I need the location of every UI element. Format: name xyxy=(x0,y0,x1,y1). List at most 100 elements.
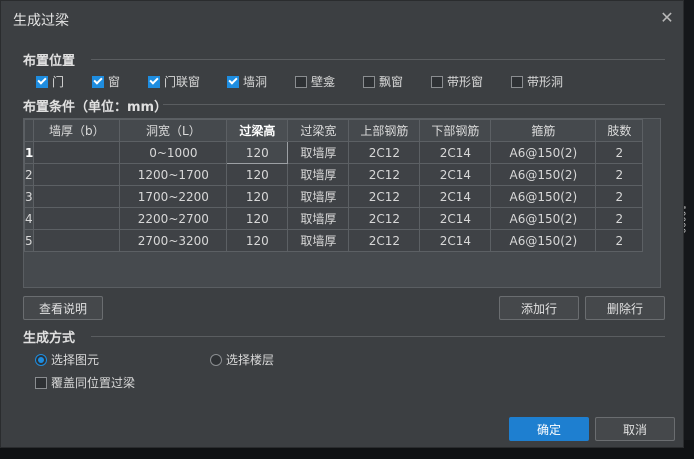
checkbox-door[interactable]: 门 xyxy=(36,73,64,90)
table-cell[interactable]: 2200~2700 xyxy=(119,207,228,230)
checkbox-strip-window[interactable]: 带形窗 xyxy=(431,73,483,90)
view-help-button[interactable]: 查看说明 xyxy=(23,296,103,320)
table-cell[interactable] xyxy=(33,229,121,252)
table-cell[interactable]: 2C12 xyxy=(348,207,421,230)
checkbox-window[interactable]: 窗 xyxy=(92,73,120,90)
checkbox-box xyxy=(295,75,307,88)
radio-label: 选择楼层 xyxy=(226,353,275,367)
table-cell-selected[interactable]: 120 xyxy=(226,141,289,164)
table-cell[interactable] xyxy=(33,185,121,208)
column-header[interactable]: 过梁高 xyxy=(226,119,289,142)
table-cell[interactable]: 取墙厚 xyxy=(287,163,350,186)
checkbox-overwrite-lintel[interactable]: 覆盖同位置过梁 xyxy=(35,374,135,391)
generation-section-title: 生成方式 xyxy=(23,331,76,346)
table-cell[interactable]: 1200~1700 xyxy=(119,163,228,186)
dialog-title: 生成过梁 xyxy=(13,13,69,29)
row-number[interactable]: 1 xyxy=(24,141,35,164)
table-cell[interactable] xyxy=(33,141,121,164)
column-header[interactable]: 洞宽（L） xyxy=(119,119,228,142)
checkbox-label: 覆盖同位置过梁 xyxy=(51,376,136,390)
table-cell[interactable]: 1700~2200 xyxy=(119,185,228,208)
table-cell[interactable]: 2 xyxy=(595,207,644,230)
column-header[interactable]: 过梁宽 xyxy=(287,119,350,142)
table-cell[interactable]: 2C14 xyxy=(419,141,492,164)
radio-select-floors[interactable]: 选择楼层 xyxy=(210,351,274,368)
table-cell[interactable]: 2 xyxy=(595,163,644,186)
table-cell[interactable]: 2C12 xyxy=(348,229,421,252)
title-bar: 生成过梁 ✕ xyxy=(1,1,685,35)
table-cell[interactable]: 取墙厚 xyxy=(287,141,350,164)
column-header[interactable]: 下部钢筋 xyxy=(419,119,492,142)
conditions-table: 墙厚（b） 洞宽（L） 过梁高 过梁宽 上部钢筋 下部钢筋 箍筋 肢数 1 0~… xyxy=(24,119,644,252)
checkbox-door-window[interactable]: 门联窗 xyxy=(148,73,200,90)
delete-row-button[interactable]: 删除行 xyxy=(585,296,665,320)
checkbox-box xyxy=(363,75,375,88)
table-cell[interactable]: 120 xyxy=(226,229,289,252)
checkbox-box xyxy=(35,376,47,389)
column-header[interactable]: 箍筋 xyxy=(490,119,597,142)
checkbox-label: 带形窗 xyxy=(447,75,484,89)
checkbox-bay-window[interactable]: 飘窗 xyxy=(363,73,403,90)
checkbox-label: 墙洞 xyxy=(243,75,268,89)
radio-select-elements[interactable]: 选择图元 xyxy=(35,351,99,368)
table-cell[interactable]: 2 xyxy=(595,185,644,208)
table-cell[interactable]: 取墙厚 xyxy=(287,229,350,252)
checkbox-strip-opening[interactable]: 带形洞 xyxy=(511,73,563,90)
checkbox-wall-opening[interactable]: 墙洞 xyxy=(227,73,267,90)
table-cell[interactable]: 120 xyxy=(226,207,289,230)
table-cell[interactable]: 2700~3200 xyxy=(119,229,228,252)
table-cell[interactable]: 取墙厚 xyxy=(287,185,350,208)
table-cell[interactable]: A6@150(2) xyxy=(490,185,597,208)
table-cell[interactable]: A6@150(2) xyxy=(490,163,597,186)
column-header[interactable]: 墙厚（b） xyxy=(33,119,121,142)
table-row: 4 2200~2700 120 取墙厚 2C12 2C14 A6@150(2) … xyxy=(24,207,644,230)
table-header-row: 墙厚（b） 洞宽（L） 过梁高 过梁宽 上部钢筋 下部钢筋 箍筋 肢数 xyxy=(24,119,644,142)
checkbox-label: 窗 xyxy=(108,75,121,89)
table-cell[interactable]: 2C12 xyxy=(348,141,421,164)
close-icon[interactable]: ✕ xyxy=(657,8,677,28)
checkbox-box xyxy=(36,75,48,88)
checkbox-box xyxy=(431,75,443,88)
checkbox-label: 飘窗 xyxy=(379,75,404,89)
table-cell[interactable]: 120 xyxy=(226,185,289,208)
checkbox-niche[interactable]: 壁龛 xyxy=(295,73,335,90)
table-cell[interactable]: 2C14 xyxy=(419,163,492,186)
table-cell[interactable]: 2C12 xyxy=(348,185,421,208)
table-cell[interactable]: 2C12 xyxy=(348,163,421,186)
add-row-button[interactable]: 添加行 xyxy=(499,296,579,320)
table-cell[interactable]: 2C14 xyxy=(419,229,492,252)
checkbox-box xyxy=(92,75,104,88)
table-row: 1 0~1000 120 取墙厚 2C12 2C14 A6@150(2) 2 xyxy=(24,141,644,164)
table-cell[interactable]: 0~1000 xyxy=(119,141,228,164)
generate-lintel-dialog: 生成过梁 ✕ 布置位置 门 窗 门联窗 墙洞 壁龛 飘窗 带形窗 带形洞 布置条… xyxy=(0,0,684,448)
table-cell[interactable]: 120 xyxy=(226,163,289,186)
table-cell[interactable]: 2C14 xyxy=(419,207,492,230)
table-row: 2 1200~1700 120 取墙厚 2C12 2C14 A6@150(2) … xyxy=(24,163,644,186)
ok-button[interactable]: 确定 xyxy=(509,417,589,441)
column-header[interactable]: 肢数 xyxy=(595,119,644,142)
row-number[interactable]: 4 xyxy=(24,207,35,230)
table-cell[interactable] xyxy=(33,163,121,186)
checkbox-box xyxy=(227,75,239,88)
table-cell[interactable]: 2C14 xyxy=(419,185,492,208)
checkbox-label: 带形洞 xyxy=(527,75,564,89)
conditions-section-title: 布置条件（单位：mm） xyxy=(23,100,168,115)
table-cell[interactable]: 2 xyxy=(595,141,644,164)
table-cell[interactable]: 2 xyxy=(595,229,644,252)
cancel-button[interactable]: 取消 xyxy=(595,417,675,441)
row-number[interactable]: 3 xyxy=(24,185,35,208)
column-header[interactable]: 上部钢筋 xyxy=(348,119,421,142)
row-number-header xyxy=(24,119,35,142)
table-cell[interactable] xyxy=(33,207,121,230)
table-cell[interactable]: 取墙厚 xyxy=(287,207,350,230)
radio-label: 选择图元 xyxy=(51,353,100,367)
row-number[interactable]: 2 xyxy=(24,163,35,186)
row-number[interactable]: 5 xyxy=(24,229,35,252)
checkbox-label: 门联窗 xyxy=(164,75,201,89)
table-cell[interactable]: A6@150(2) xyxy=(490,207,597,230)
table-cell[interactable]: A6@150(2) xyxy=(490,229,597,252)
placement-section-title: 布置位置 xyxy=(23,54,76,69)
table-cell[interactable]: A6@150(2) xyxy=(490,141,597,164)
section-divider xyxy=(91,59,665,60)
checkbox-box xyxy=(511,75,523,88)
